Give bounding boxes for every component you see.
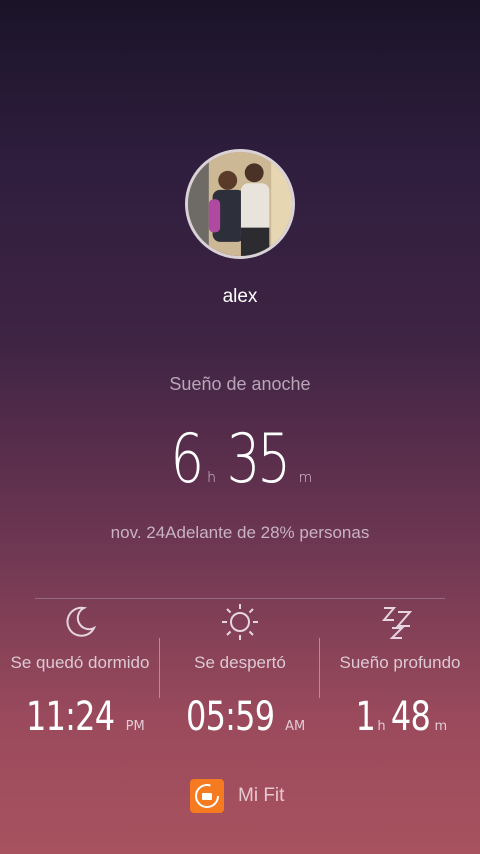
brand[interactable]: Mi Fit	[190, 779, 284, 813]
deep-sleep-hours-unit: h	[377, 719, 386, 734]
zzz-icon	[320, 602, 480, 642]
hours-unit: h	[207, 470, 216, 486]
fell-asleep-time: 11:24	[26, 694, 115, 740]
fell-asleep-label: Se quedó dormido	[10, 653, 150, 672]
fell-asleep-value: 11:24 PM	[0, 694, 160, 740]
woke-up-time: 05:59	[185, 694, 275, 740]
deep-sleep-value: 1 h 48 m	[320, 694, 480, 740]
woke-up-ampm: AM	[285, 719, 306, 734]
username: alex	[222, 286, 258, 307]
deep-sleep-minutes-unit: m	[434, 719, 448, 734]
sleep-hours: 6	[170, 420, 204, 499]
sleep-title: Sueño de anoche	[169, 374, 311, 394]
deep-sleep-hours: 1	[355, 694, 375, 740]
woke-up-value: 05:59 AM	[160, 694, 320, 740]
sun-icon	[160, 602, 320, 642]
avatar[interactable]	[185, 149, 295, 259]
brand-name: Mi Fit	[238, 785, 285, 806]
sleep-comparison: nov. 24Adelante de 28% personas	[110, 523, 370, 542]
fell-asleep-stat[interactable]: Se quedó dormido 11:24 PM	[0, 598, 160, 748]
moon-icon	[0, 602, 160, 642]
woke-up-label: Se despertó	[194, 653, 286, 672]
deep-sleep-minutes: 48	[390, 694, 430, 740]
deep-sleep-stat[interactable]: Sueño profundo 1 h 48 m	[320, 598, 480, 748]
mi-fit-logo-icon	[190, 779, 224, 813]
woke-up-stat[interactable]: Se despertó 05:59 AM	[160, 598, 320, 748]
fell-asleep-ampm: PM	[125, 719, 145, 734]
minutes-unit: m	[298, 470, 313, 486]
profile-photo	[188, 152, 292, 256]
sleep-duration[interactable]: 6 h 35 m	[0, 420, 480, 499]
deep-sleep-label: Sueño profundo	[339, 653, 461, 672]
sleep-minutes: 35	[226, 420, 291, 499]
